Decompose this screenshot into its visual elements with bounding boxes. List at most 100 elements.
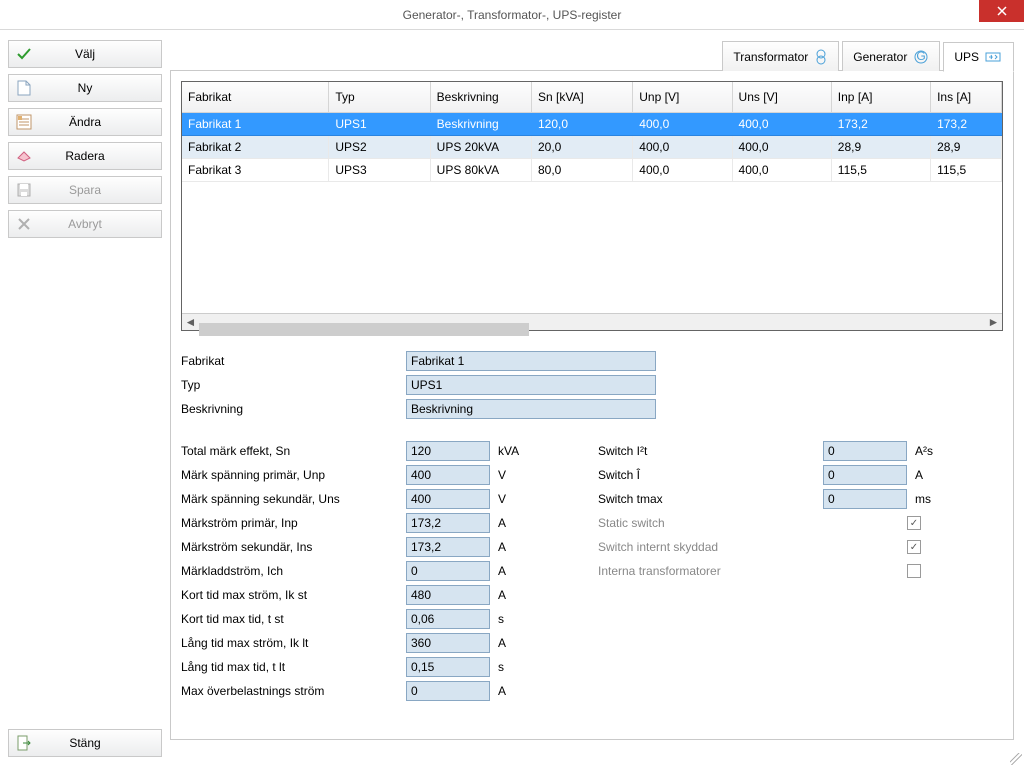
scroll-right-arrow[interactable]: ► (985, 314, 1002, 331)
value: UPS1 (411, 378, 442, 392)
cell: 400,0 (732, 159, 831, 182)
value: 0,06 (411, 612, 434, 626)
scroll-thumb[interactable] (199, 323, 529, 336)
checkbox-int-trans[interactable] (907, 564, 921, 578)
value: 120 (411, 444, 431, 458)
input-switch-tmax[interactable]: 0 (823, 489, 907, 509)
generator-icon: G (913, 49, 929, 65)
andra-button[interactable]: Ändra (8, 108, 162, 136)
label-ikst: Kort tid max ström, Ik st (181, 588, 406, 602)
label-switch-int-prot: Switch internt skyddad (598, 540, 823, 554)
label-ich: Märkladdström, Ich (181, 564, 406, 578)
label-unp: Märk spänning primär, Unp (181, 468, 406, 482)
cell: 400,0 (732, 113, 831, 136)
cell: 120,0 (531, 113, 632, 136)
label-iklt: Lång tid max ström, Ik lt (181, 636, 406, 650)
unit-a: A (498, 540, 538, 554)
input-ikst[interactable]: 480 (406, 585, 490, 605)
input-maxov[interactable]: 0 (406, 681, 490, 701)
transformator-icon (814, 48, 828, 66)
input-uns[interactable]: 400 (406, 489, 490, 509)
tab-generator[interactable]: Generator G (842, 41, 940, 71)
table-row[interactable]: Fabrikat 3 UPS3 UPS 80kVA 80,0 400,0 400… (182, 159, 1002, 182)
col-fabrikat[interactable]: Fabrikat (182, 82, 329, 113)
cell: 400,0 (633, 136, 732, 159)
unit-kva: kVA (498, 444, 538, 458)
col-ins[interactable]: Ins [A] (931, 82, 1002, 113)
edit-icon (16, 114, 32, 130)
input-inp[interactable]: 173,2 (406, 513, 490, 533)
input-switch-i[interactable]: 0 (823, 465, 907, 485)
data-table[interactable]: Fabrikat Typ Beskrivning Sn [kVA] Unp [V… (181, 81, 1003, 331)
unit-v: V (498, 468, 538, 482)
col-beskrivning[interactable]: Beskrivning (430, 82, 531, 113)
radera-button[interactable]: Radera (8, 142, 162, 170)
unit-a: A (498, 588, 538, 602)
input-typ[interactable]: UPS1 (406, 375, 656, 395)
sidebar: Välj Ny Ändra Radera Spara Avbryt Stäng (0, 30, 170, 767)
input-tlt[interactable]: 0,15 (406, 657, 490, 677)
unit-a: A (498, 684, 538, 698)
cell: 115,5 (931, 159, 1002, 182)
cell: 80,0 (531, 159, 632, 182)
input-tst[interactable]: 0,06 (406, 609, 490, 629)
input-unp[interactable]: 400 (406, 465, 490, 485)
col-uns[interactable]: Uns [V] (732, 82, 831, 113)
input-sn[interactable]: 120 (406, 441, 490, 461)
label-tlt: Lång tid max tid, t lt (181, 660, 406, 674)
input-ich[interactable]: 0 (406, 561, 490, 581)
stang-button[interactable]: Stäng (8, 729, 162, 757)
scroll-left-arrow[interactable]: ◄ (182, 314, 199, 331)
cell: UPS2 (329, 136, 430, 159)
input-switch-i2t[interactable]: 0 (823, 441, 907, 461)
erase-icon (16, 150, 32, 162)
cell: UPS1 (329, 113, 430, 136)
input-beskrivning[interactable]: Beskrivning (406, 399, 656, 419)
table-row[interactable]: Fabrikat 2 UPS2 UPS 20kVA 20,0 400,0 400… (182, 136, 1002, 159)
table-row[interactable]: Fabrikat 1 UPS1 Beskrivning 120,0 400,0 … (182, 113, 1002, 136)
checkbox-switch-int-prot[interactable]: ✓ (907, 540, 921, 554)
value: 173,2 (411, 516, 441, 530)
value: Fabrikat 1 (411, 354, 464, 368)
andra-label: Ändra (39, 115, 161, 129)
cell: Fabrikat 3 (182, 159, 329, 182)
value: 0 (411, 564, 418, 578)
avbryt-label: Avbryt (39, 217, 161, 231)
ny-label: Ny (39, 81, 161, 95)
value: 0 (828, 468, 835, 482)
value: 0 (828, 444, 835, 458)
value: 480 (411, 588, 431, 602)
input-ins[interactable]: 173,2 (406, 537, 490, 557)
input-fabrikat[interactable]: Fabrikat 1 (406, 351, 656, 371)
horizontal-scrollbar[interactable]: ◄ ► (182, 313, 1002, 330)
col-inp[interactable]: Inp [A] (831, 82, 930, 113)
cell: Beskrivning (430, 113, 531, 136)
checkbox-static-switch[interactable]: ✓ (907, 516, 921, 530)
resize-grip[interactable] (1010, 753, 1022, 765)
cell: 115,5 (831, 159, 930, 182)
tab-transformator[interactable]: Transformator (722, 41, 839, 71)
unit-a: A (915, 468, 955, 482)
valj-button[interactable]: Välj (8, 40, 162, 68)
main-panel: Transformator Generator G UPS (170, 70, 1014, 740)
tab-transformator-label: Transformator (733, 50, 808, 64)
label-switch-tmax: Switch tmax (598, 492, 823, 506)
close-icon (997, 6, 1007, 16)
col-typ[interactable]: Typ (329, 82, 430, 113)
label-uns: Märk spänning sekundär, Uns (181, 492, 406, 506)
value: 0,15 (411, 660, 434, 674)
ny-button[interactable]: Ny (8, 74, 162, 102)
close-button[interactable] (979, 0, 1024, 22)
unit-a: A (498, 516, 538, 530)
tab-ups[interactable]: UPS (943, 42, 1014, 72)
label-static-switch: Static switch (598, 516, 823, 530)
tabs: Transformator Generator G UPS (722, 41, 1014, 71)
cell: 400,0 (633, 159, 732, 182)
col-sn[interactable]: Sn [kVA] (531, 82, 632, 113)
radera-label: Radera (39, 149, 161, 163)
value: 173,2 (411, 540, 441, 554)
input-iklt[interactable]: 360 (406, 633, 490, 653)
label-sn: Total märk effekt, Sn (181, 444, 406, 458)
value: 400 (411, 492, 431, 506)
col-unp[interactable]: Unp [V] (633, 82, 732, 113)
